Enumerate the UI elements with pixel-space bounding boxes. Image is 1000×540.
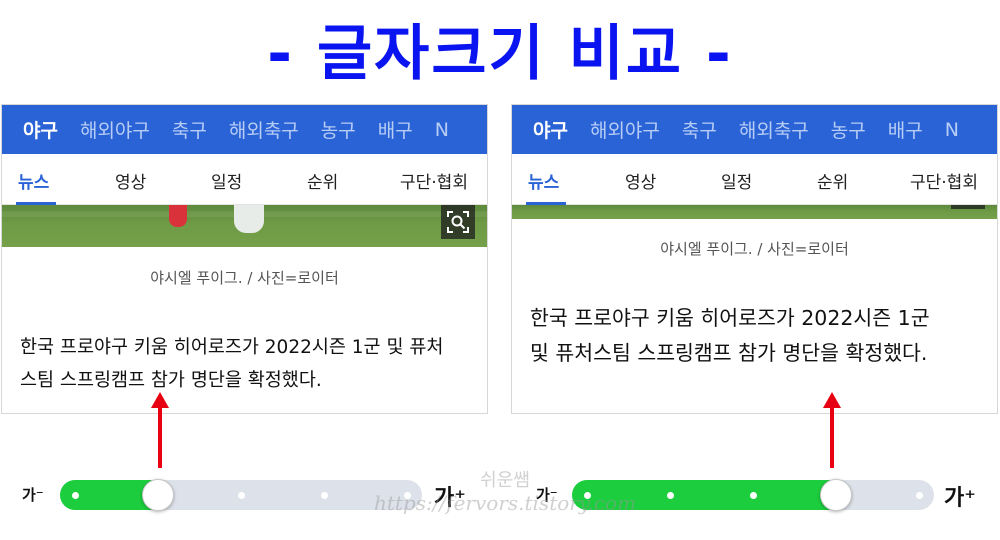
tab-soccer[interactable]: 축구: [172, 116, 207, 143]
article-line-2: 및 퓨처스팀 스프링캠프 참가 명단을 확정했다.: [530, 341, 928, 365]
sub-nav: 뉴스 영상 일정 순위 구단·협회: [2, 154, 487, 205]
font-decrease-label[interactable]: 가⁻: [22, 484, 44, 505]
slider-step-dot[interactable]: [915, 492, 923, 499]
tab-more[interactable]: N: [435, 119, 449, 141]
player-shoe-red: [169, 205, 187, 227]
subtab-ranking[interactable]: 순위: [307, 168, 338, 193]
tab-volleyball[interactable]: 배구: [378, 116, 413, 143]
subtab-video[interactable]: 영상: [115, 168, 146, 193]
tab-basketball[interactable]: 농구: [321, 116, 356, 143]
sub-nav: 뉴스 영상 일정 순위 구단·협회: [512, 154, 997, 205]
watermark-url: https://fervors.tistory.com: [373, 491, 637, 515]
tab-baseball[interactable]: 야구: [23, 116, 58, 143]
tab-overseas-soccer[interactable]: 해외축구: [739, 116, 809, 143]
article-body: 한국 프로야구 키움 히어로즈가 2022시즌 1군 및 퓨처 스팀 스프링캠프…: [20, 331, 473, 397]
slider-step-dot[interactable]: [237, 492, 245, 499]
top-category-nav: 야구 해외야구 축구 해외축구 농구 배구 N: [512, 105, 997, 154]
font-increase-label[interactable]: 가⁺: [944, 480, 976, 512]
photo-caption: 야시엘 푸이그. / 사진=로이터: [150, 269, 339, 287]
article-body: 한국 프로야구 키움 히어로즈가 2022시즌 1군 및 퓨처스팀 스프링캠프 …: [530, 301, 983, 371]
slider-step-dot[interactable]: [320, 492, 328, 499]
tab-overseas-soccer[interactable]: 해외축구: [229, 116, 299, 143]
tab-baseball[interactable]: 야구: [533, 116, 568, 143]
subtab-news[interactable]: 뉴스: [18, 168, 49, 193]
player-leg-white: [234, 205, 264, 233]
tab-soccer[interactable]: 축구: [682, 116, 717, 143]
subtab-ranking[interactable]: 순위: [817, 168, 848, 193]
subtab-team-association[interactable]: 구단·협회: [910, 168, 978, 193]
tab-basketball[interactable]: 농구: [831, 116, 866, 143]
article-photo[interactable]: [2, 205, 487, 247]
font-size-slider-knob[interactable]: [820, 479, 852, 511]
zoom-icon[interactable]: [951, 205, 985, 209]
photo-caption: 야시엘 푸이그. / 사진=로이터: [660, 240, 849, 258]
subtab-schedule[interactable]: 일정: [211, 168, 242, 193]
article-line-1: 한국 프로야구 키움 히어로즈가 2022시즌 1군: [530, 306, 930, 330]
watermark-name: 쉬운쌤: [480, 470, 530, 491]
font-size-slider-knob[interactable]: [142, 479, 174, 511]
top-category-nav: 야구 해외야구 축구 해외축구 농구 배구 N: [2, 105, 487, 154]
article-line-2: 스팀 스프링캠프 참가 명단을 확정했다.: [20, 370, 322, 391]
article-panel-small-font: 야구 해외야구 축구 해외축구 농구 배구 N 뉴스 영상 일정 순위 구단·협…: [1, 104, 488, 414]
watermark: 쉬운쌤 https://fervors.tistory.com: [360, 470, 650, 514]
subtab-schedule[interactable]: 일정: [721, 168, 752, 193]
slider-step-dot[interactable]: [666, 492, 674, 499]
tab-overseas-baseball[interactable]: 해외야구: [80, 116, 150, 143]
tab-volleyball[interactable]: 배구: [888, 116, 923, 143]
subtab-news[interactable]: 뉴스: [528, 168, 559, 193]
page-title: - 글자크기 비교 -: [267, 19, 733, 89]
subtab-video[interactable]: 영상: [625, 168, 656, 193]
article-panel-large-font: 야구 해외야구 축구 해외축구 농구 배구 N 뉴스 영상 일정 순위 구단·협…: [511, 104, 998, 414]
tab-more[interactable]: N: [945, 119, 959, 141]
zoom-icon[interactable]: [441, 205, 475, 239]
subtab-team-association[interactable]: 구단·협회: [400, 168, 468, 193]
tab-overseas-baseball[interactable]: 해외야구: [590, 116, 660, 143]
article-line-1: 한국 프로야구 키움 히어로즈가 2022시즌 1군 및 퓨처: [20, 337, 444, 358]
slider-step-dot[interactable]: [71, 492, 79, 499]
article-photo[interactable]: [512, 205, 997, 219]
slider-step-dot[interactable]: [749, 492, 757, 499]
